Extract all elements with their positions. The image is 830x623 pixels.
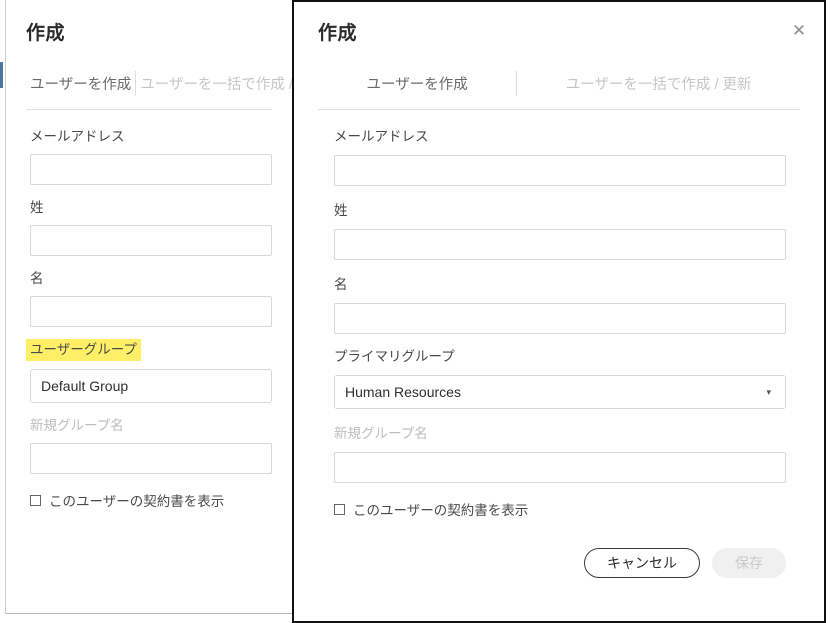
cancel-button[interactable]: キャンセル: [584, 548, 700, 578]
left-tab-create-user[interactable]: ユーザーを作成: [26, 59, 135, 109]
left-firstname-input[interactable]: [30, 296, 272, 327]
left-show-contract-checkbox[interactable]: [30, 494, 41, 506]
show-contract-label: このユーザーの契約書を表示: [353, 503, 529, 518]
close-icon[interactable]: ✕: [788, 20, 810, 42]
email-input[interactable]: [334, 155, 786, 186]
left-field-user-group: ユーザーグループ Default Group: [26, 339, 272, 403]
field-email: メールアドレス: [334, 128, 786, 186]
email-label: メールアドレス: [334, 129, 429, 144]
field-new-group-name: 新規グループ名: [334, 425, 786, 483]
dialog-body: メールアドレス 姓 名 プライマリグループ Human Resources ▾ …: [294, 110, 824, 578]
left-user-group-value: Default Group: [41, 378, 129, 394]
new-group-label: 新規グループ名: [334, 426, 428, 441]
left-field-firstname: 名: [30, 270, 272, 327]
firstname-input[interactable]: [334, 303, 786, 334]
left-firstname-label: 名: [30, 271, 44, 286]
lastname-label: 姓: [334, 203, 348, 218]
create-user-dialog-background: 作成 ユーザーを作成 ユーザーを一括で作成 / 更新 メールアドレス 姓 名 ユ…: [5, 0, 293, 614]
new-group-input[interactable]: [334, 452, 786, 483]
show-contract-checkbox-row[interactable]: このユーザーの契約書を表示: [334, 499, 786, 519]
field-lastname: 姓: [334, 202, 786, 260]
left-email-input[interactable]: [30, 154, 272, 185]
tab-create-user[interactable]: ユーザーを作成: [318, 59, 516, 109]
left-new-group-label: 新規グループ名: [30, 418, 124, 433]
primary-group-label: プライマリグループ: [334, 349, 455, 364]
dialog-action-buttons: キャンセル 保存: [334, 548, 786, 578]
primary-group-select[interactable]: Human Resources ▾: [334, 375, 786, 409]
left-dialog-title: 作成: [26, 23, 66, 44]
left-lastname-input[interactable]: [30, 225, 272, 256]
save-button: 保存: [712, 548, 786, 578]
left-field-lastname: 姓: [30, 199, 272, 256]
left-field-email: メールアドレス: [30, 128, 272, 185]
show-contract-checkbox[interactable]: [334, 503, 345, 515]
left-tab-bulk-create-update[interactable]: ユーザーを一括で作成 / 更新: [136, 59, 292, 109]
chevron-down-icon: ▾: [766, 386, 771, 397]
lastname-input[interactable]: [334, 229, 786, 260]
tab-bulk-create-update[interactable]: ユーザーを一括で作成 / 更新: [517, 59, 800, 109]
left-new-group-input[interactable]: [30, 443, 272, 474]
left-show-contract-label: このユーザーの契約書を表示: [49, 494, 225, 509]
field-primary-group: プライマリグループ Human Resources ▾: [334, 348, 786, 409]
left-dialog-body: メールアドレス 姓 名 ユーザーグループ Default Group 新規グルー…: [6, 110, 292, 510]
left-dialog-tabs: ユーザーを作成 ユーザーを一括で作成 / 更新: [26, 59, 292, 110]
primary-group-value: Human Resources: [345, 384, 461, 400]
left-user-group-label-highlighted: ユーザーグループ: [26, 339, 141, 361]
left-dialog-header: 作成: [6, 0, 292, 45]
background-accent-bar: [0, 62, 3, 88]
background-divider: [0, 0, 3, 623]
left-show-contract-checkbox-row[interactable]: このユーザーの契約書を表示: [30, 490, 272, 510]
dialog-title: 作成: [318, 23, 358, 44]
field-firstname: 名: [334, 276, 786, 334]
left-field-new-group-name: 新規グループ名: [30, 417, 272, 474]
left-email-label: メールアドレス: [30, 129, 125, 144]
dialog-tabs: ユーザーを作成 ユーザーを一括で作成 / 更新: [318, 59, 800, 110]
firstname-label: 名: [334, 277, 348, 292]
left-lastname-label: 姓: [30, 200, 44, 215]
dialog-header: 作成 ✕: [294, 0, 824, 45]
create-user-dialog: 作成 ✕ ユーザーを作成 ユーザーを一括で作成 / 更新 メールアドレス 姓 名…: [292, 0, 826, 623]
left-user-group-select[interactable]: Default Group: [30, 369, 272, 403]
